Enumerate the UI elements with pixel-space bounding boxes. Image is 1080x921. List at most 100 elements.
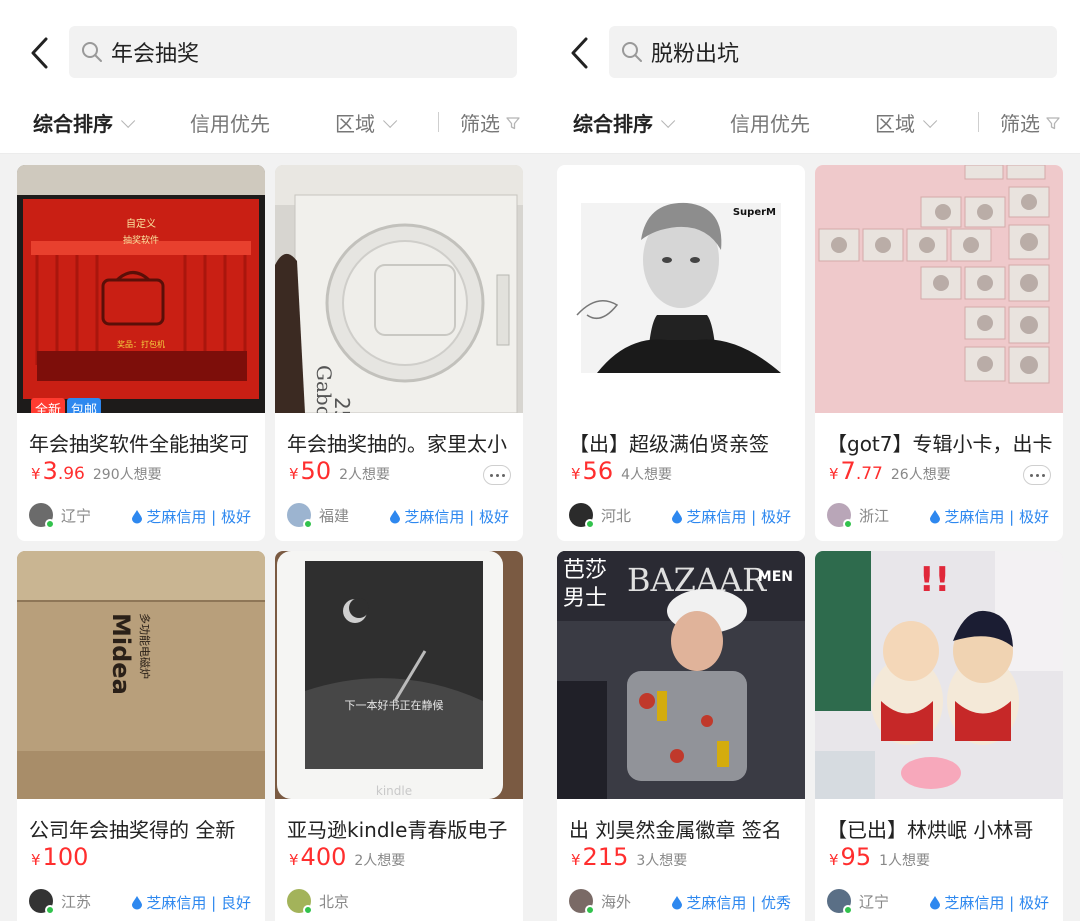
seller-info[interactable]: 辽宁 [827, 889, 890, 915]
search-input[interactable]: 脱粉出坑 [609, 26, 1057, 78]
chevron-down-icon [383, 113, 398, 128]
seller-info[interactable]: 北京 [287, 889, 349, 915]
search-text: 年会抽奖 [111, 42, 200, 67]
chevron-down-icon [923, 113, 938, 128]
sesame-icon [930, 896, 941, 910]
product-card[interactable]: 【got7】专辑小卡，出卡 ¥7.77 26人想要 浙江 芝麻信用 | 极好 [815, 165, 1063, 541]
sort-credit[interactable]: 信用优先 [730, 108, 810, 137]
seller-info[interactable]: 浙江 [827, 503, 889, 529]
back-button[interactable] [568, 36, 592, 70]
avatar [287, 503, 313, 529]
seller-location: 海外 [601, 892, 632, 911]
price-int: 95 [840, 843, 872, 871]
search-text: 脱粉出坑 [651, 42, 740, 67]
avatar [827, 503, 853, 529]
credit-text: 芝麻信用 | 极好 [944, 894, 1049, 912]
product-price: ¥95 1人想要 [829, 843, 931, 871]
product-image: SuperM [557, 165, 805, 413]
product-card[interactable]: Midea 多功能电磁炉 公司年会抽奖得的 全新 ¥100 江苏 芝麻信用 | … [17, 551, 265, 921]
credit-text: 芝麻信用 | 良好 [146, 894, 251, 912]
filter-button[interactable]: 筛选 [1000, 108, 1060, 137]
online-dot [843, 519, 853, 529]
product-card[interactable]: 芭莎 男士 BAZAAR MEN 出 刘昊然金属徽章 签名 ¥215 3人想要 [557, 551, 805, 921]
search-icon [82, 42, 102, 62]
sort-label: 综合排序 [33, 112, 113, 136]
header: 年会抽奖 综合排序 信用优先 区域 筛选 [0, 0, 540, 154]
price-int: 215 [582, 843, 629, 871]
sesame-icon [672, 896, 683, 910]
product-price: ¥3.96 290人想要 [31, 457, 162, 485]
product-image: 芭莎 男士 BAZAAR MEN [557, 551, 805, 799]
seller-info[interactable]: 河北 [569, 503, 631, 529]
sesame-icon [132, 510, 143, 524]
chevron-left-icon [31, 37, 48, 69]
region-dropdown[interactable]: 区域 [875, 108, 938, 137]
sort-comprehensive[interactable]: 综合排序 [573, 108, 676, 137]
seller-info[interactable]: 福建 [287, 503, 349, 529]
badge-group: 全新 包邮 [31, 398, 102, 413]
chevron-down-icon [661, 113, 676, 128]
product-card[interactable]: 下一本好书正在静候 kindle 亚马逊kindle青春版电子 ¥400 2人想… [275, 551, 523, 921]
online-dot [585, 905, 595, 915]
image-logo: SuperM [733, 207, 776, 218]
sort-credit[interactable]: 信用优先 [190, 108, 270, 137]
more-button[interactable] [1023, 465, 1051, 485]
credit-badge: 芝麻信用 | 极好 [929, 506, 1049, 527]
credit-sort-label: 信用优先 [190, 112, 270, 136]
price-int: 56 [582, 457, 614, 485]
want-count: 4人想要 [621, 467, 673, 483]
online-dot [843, 905, 853, 915]
seller-info[interactable]: 江苏 [29, 889, 91, 915]
price-int: 3 [42, 457, 58, 485]
seller-info[interactable]: 海外 [569, 889, 632, 915]
search-input[interactable]: 年会抽奖 [69, 26, 517, 78]
online-dot [303, 519, 313, 529]
product-title: 年会抽奖抽的。家里太小 [287, 432, 507, 456]
region-label: 区域 [875, 112, 915, 136]
price-int: 400 [300, 843, 347, 871]
online-dot [585, 519, 595, 529]
price-int: 50 [300, 457, 332, 485]
header: 脱粉出坑 综合排序 信用优先 区域 筛选 [540, 0, 1080, 154]
sesame-icon [390, 510, 401, 524]
price-dec: .96 [57, 464, 85, 484]
product-price: ¥400 2人想要 [289, 843, 406, 871]
region-dropdown[interactable]: 区域 [335, 108, 398, 137]
product-card[interactable]: 自定义 抽奖软件 奖品：打包机 全新 包邮 年会抽奖软件全能抽奖可 ¥3.96 … [17, 165, 265, 541]
online-dot [45, 905, 55, 915]
sesame-icon [672, 510, 683, 524]
funnel-icon [1046, 116, 1060, 129]
product-card[interactable]: SuperM 【出】超级满伯贤亲签 ¥56 4人想要 河北 芝麻信用 | 极好 [557, 165, 805, 541]
panel-left: 年会抽奖 综合排序 信用优先 区域 筛选 自定义 抽奖软件 奖品：打包机 全新 … [0, 0, 540, 921]
price-int: 7 [840, 457, 856, 485]
credit-badge: 芝麻信用 | 极好 [929, 892, 1049, 913]
credit-badge: 芝麻信用 | 极好 [671, 506, 791, 527]
panel-right: 脱粉出坑 综合排序 信用优先 区域 筛选 SuperM 【出】超级满伯贤亲签 ¥… [540, 0, 1080, 921]
product-image: Midea 多功能电磁炉 [17, 551, 265, 799]
seller-info[interactable]: 辽宁 [29, 503, 91, 529]
filter-button[interactable]: 筛选 [460, 108, 520, 137]
product-price: ¥50 2人想要 [289, 457, 391, 485]
mag-text-1: 芭莎 [563, 558, 607, 583]
more-button[interactable] [483, 465, 511, 485]
back-button[interactable] [28, 36, 52, 70]
credit-sort-label: 信用优先 [730, 112, 810, 136]
mag-text-4: MEN [758, 569, 793, 585]
seller-location: 辽宁 [859, 892, 890, 911]
search-icon [622, 42, 642, 62]
product-card[interactable]: Gabor 25 年会抽奖抽的。家里太小 ¥50 2人想要 福建 芝麻信用 | … [275, 165, 523, 541]
mag-text-2: 男士 [563, 586, 607, 611]
divider [978, 112, 979, 132]
product-title: 年会抽奖软件全能抽奖可 [29, 432, 249, 456]
region-label: 区域 [335, 112, 375, 136]
credit-text: 芝麻信用 | 极好 [404, 508, 509, 526]
credit-text: 芝麻信用 | 极好 [146, 508, 251, 526]
want-count: 3人想要 [636, 853, 688, 869]
product-card[interactable]: !! 【已出】林烘岷 小林哥 ¥95 1人想要 辽宁 芝麻信用 | 极好 [815, 551, 1063, 921]
sort-comprehensive[interactable]: 综合排序 [33, 108, 136, 137]
price-int: 100 [42, 843, 89, 871]
chevron-down-icon [121, 113, 136, 128]
avatar [827, 889, 853, 915]
box-brand: Midea [107, 613, 135, 695]
divider [438, 112, 439, 132]
